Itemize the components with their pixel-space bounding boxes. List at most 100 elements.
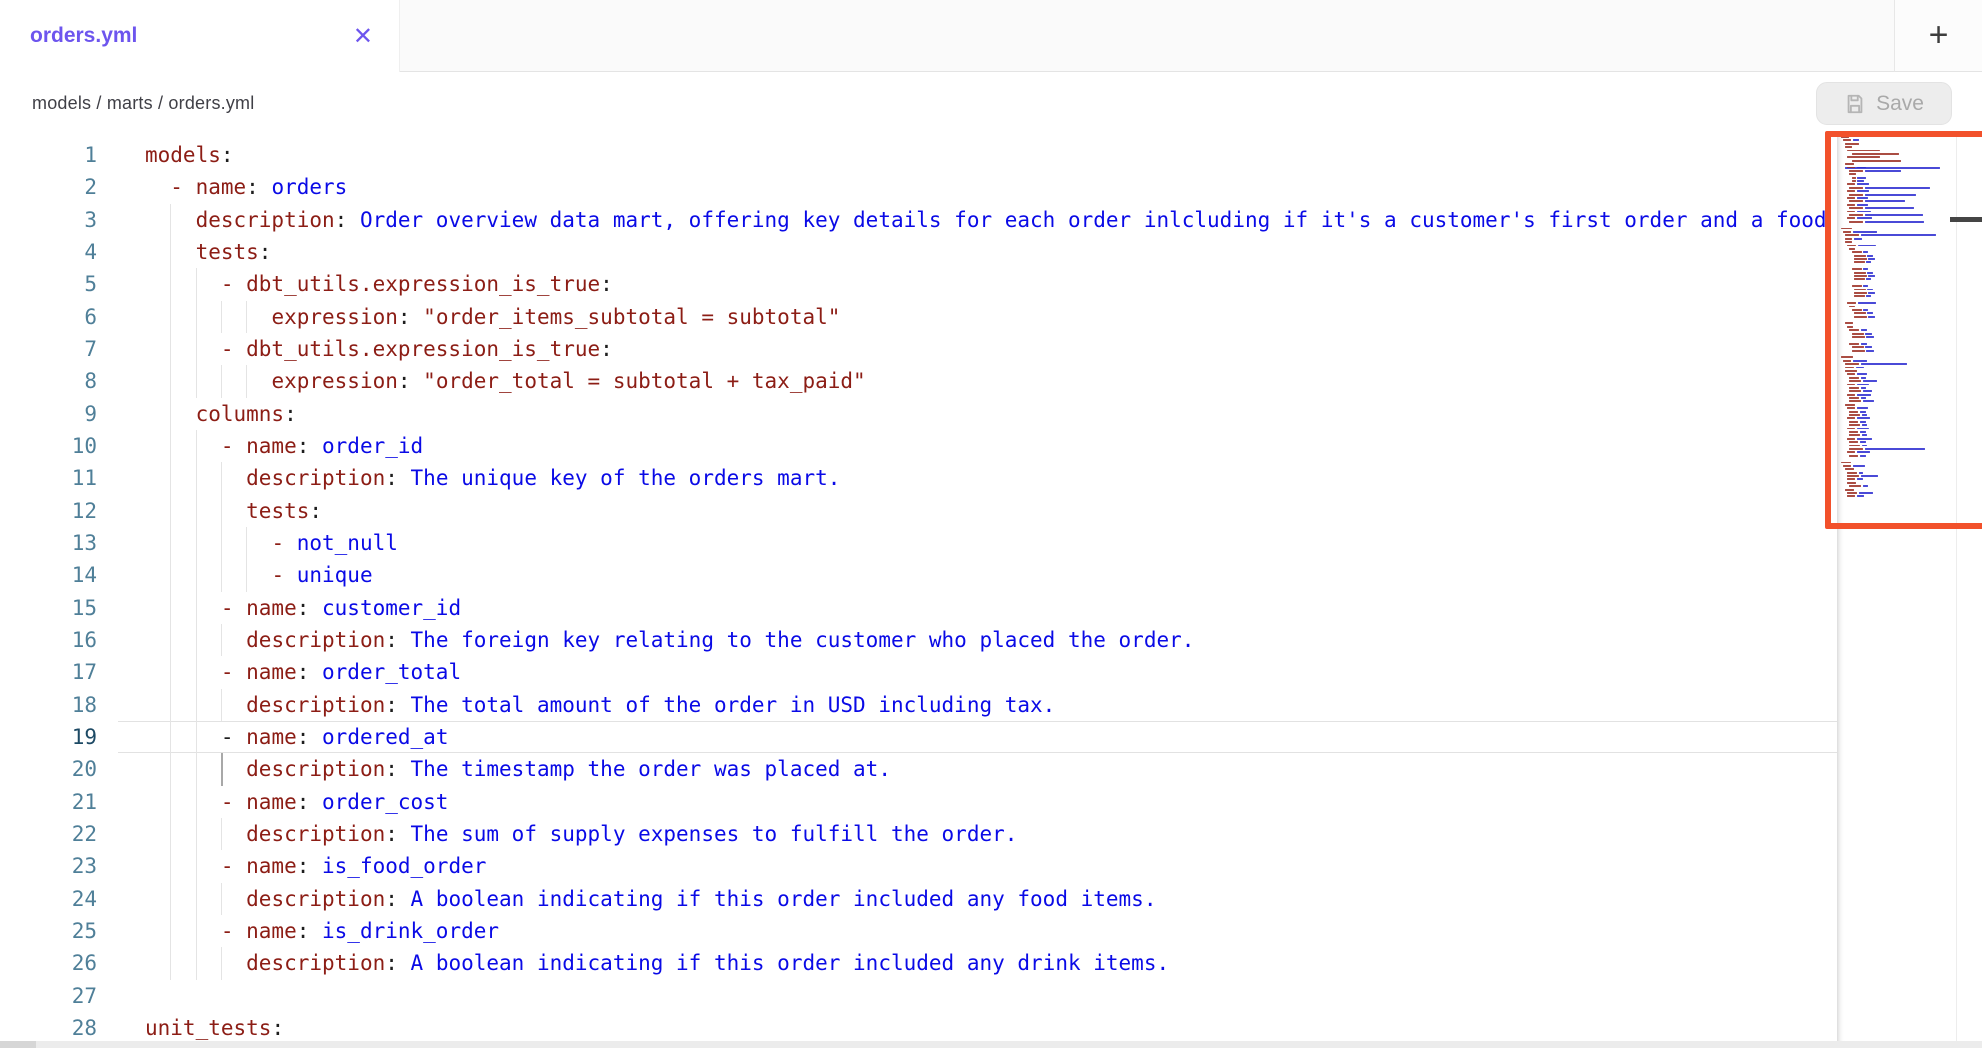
code-editor[interactable]: 1234567891011121314151617181920212223242… bbox=[0, 134, 1982, 1041]
code-token: order_cost bbox=[322, 790, 448, 814]
code-token: : bbox=[600, 337, 613, 361]
indent-guide bbox=[196, 592, 197, 624]
indent-guide bbox=[170, 624, 171, 656]
line-number: 15 bbox=[0, 592, 97, 624]
code-token: description bbox=[246, 757, 385, 781]
code-token: - dbt_utils.expression_is_true bbox=[221, 337, 600, 361]
code-line[interactable]: unit_tests: bbox=[145, 1012, 1837, 1044]
line-number: 17 bbox=[0, 656, 97, 688]
indent-guide bbox=[170, 268, 171, 300]
indent-guide bbox=[196, 721, 197, 753]
line-number: 2 bbox=[0, 171, 97, 203]
code-line[interactable]: - name: order_cost bbox=[145, 786, 1837, 818]
horizontal-scrollbar[interactable] bbox=[0, 1041, 1982, 1048]
indent-guide bbox=[196, 850, 197, 882]
code-line[interactable]: - dbt_utils.expression_is_true: bbox=[145, 333, 1837, 365]
tab-bar: orders.yml ✕ + bbox=[0, 0, 1982, 72]
code-line[interactable]: - name: ordered_at bbox=[145, 721, 1837, 753]
code-token: : bbox=[309, 499, 322, 523]
line-number: 7 bbox=[0, 333, 97, 365]
indent-guide bbox=[246, 301, 247, 333]
line-number: 24 bbox=[0, 883, 97, 915]
code-token: order_total bbox=[322, 660, 461, 684]
line-number-gutter: 1234567891011121314151617181920212223242… bbox=[0, 139, 97, 1044]
indent-guide bbox=[221, 689, 222, 721]
breadcrumb: models / marts / orders.yml bbox=[32, 72, 254, 134]
code-token: : bbox=[259, 240, 272, 264]
code-line[interactable]: - name: customer_id bbox=[145, 592, 1837, 624]
code-token: tests bbox=[246, 499, 309, 523]
save-floppy-icon bbox=[1844, 93, 1866, 115]
code-token: The timestamp the order was placed at. bbox=[411, 757, 891, 781]
indent-guide bbox=[170, 947, 171, 979]
indent-guide bbox=[196, 268, 197, 300]
code-line[interactable]: - not_null bbox=[145, 527, 1837, 559]
code-token: Order overview data mart, offering key d… bbox=[360, 208, 1837, 232]
code-line[interactable] bbox=[145, 980, 1837, 1012]
minimap[interactable] bbox=[1837, 134, 1956, 1041]
code-line[interactable]: tests: bbox=[145, 495, 1837, 527]
indent-guide bbox=[196, 883, 197, 915]
indent-guide bbox=[196, 495, 197, 527]
save-button[interactable]: Save bbox=[1816, 82, 1952, 125]
code-token: : bbox=[335, 208, 360, 232]
code-line[interactable]: description: The sum of supply expenses … bbox=[145, 818, 1837, 850]
code-line[interactable]: description: The total amount of the ord… bbox=[145, 689, 1837, 721]
code-line[interactable]: description: The unique key of the order… bbox=[145, 462, 1837, 494]
code-line[interactable]: - dbt_utils.expression_is_true: bbox=[145, 268, 1837, 300]
code-token: is_food_order bbox=[322, 854, 486, 878]
indent-guide bbox=[196, 624, 197, 656]
code-token: ordered_at bbox=[322, 725, 448, 749]
indent-guide bbox=[170, 721, 171, 753]
code-token: description bbox=[246, 951, 385, 975]
code-line[interactable]: columns: bbox=[145, 398, 1837, 430]
code-token: - name bbox=[221, 919, 297, 943]
code-line[interactable]: - name: order_id bbox=[145, 430, 1837, 462]
line-number: 16 bbox=[0, 624, 97, 656]
code-line[interactable]: models: bbox=[145, 139, 1837, 171]
code-token: - name bbox=[221, 596, 297, 620]
overview-ruler-divider bbox=[1956, 134, 1957, 1041]
code-line[interactable]: - name: orders bbox=[145, 171, 1837, 203]
line-number: 8 bbox=[0, 365, 97, 397]
tab-title: orders.yml bbox=[30, 24, 353, 48]
new-tab-button[interactable]: + bbox=[1894, 0, 1982, 72]
code-line[interactable]: description: A boolean indicating if thi… bbox=[145, 883, 1837, 915]
code-line[interactable]: expression: "order_total = subtotal + ta… bbox=[145, 365, 1837, 397]
code-token: not_null bbox=[297, 531, 398, 555]
code-content[interactable]: models: - name: orders description: Orde… bbox=[145, 139, 1837, 1044]
code-token: - name bbox=[221, 660, 297, 684]
indent-guide bbox=[170, 786, 171, 818]
code-token: : bbox=[385, 466, 410, 490]
indent-guide bbox=[221, 624, 222, 656]
code-token: : bbox=[221, 143, 234, 167]
code-token: : bbox=[385, 887, 410, 911]
code-line[interactable]: - name: order_total bbox=[145, 656, 1837, 688]
line-number: 26 bbox=[0, 947, 97, 979]
indent-guide bbox=[221, 753, 223, 785]
code-line[interactable]: description: A boolean indicating if thi… bbox=[145, 947, 1837, 979]
code-line[interactable]: - name: is_food_order bbox=[145, 850, 1837, 882]
code-token: : bbox=[297, 919, 322, 943]
code-token: expression bbox=[271, 369, 397, 393]
line-number: 3 bbox=[0, 204, 97, 236]
horizontal-scrollbar-thumb[interactable] bbox=[0, 1041, 36, 1048]
tab-orders-yml[interactable]: orders.yml ✕ bbox=[0, 0, 400, 72]
code-line[interactable]: description: The timestamp the order was… bbox=[145, 753, 1837, 785]
indent-guide bbox=[170, 301, 171, 333]
code-token: : bbox=[385, 628, 410, 652]
code-line[interactable]: tests: bbox=[145, 236, 1837, 268]
code-line[interactable]: - unique bbox=[145, 559, 1837, 591]
code-line[interactable]: description: Order overview data mart, o… bbox=[145, 204, 1837, 236]
line-number: 9 bbox=[0, 398, 97, 430]
line-number: 21 bbox=[0, 786, 97, 818]
close-icon[interactable]: ✕ bbox=[353, 24, 373, 48]
code-line[interactable]: expression: "order_items_subtotal = subt… bbox=[145, 301, 1837, 333]
indent-guide bbox=[221, 947, 222, 979]
code-line[interactable]: description: The foreign key relating to… bbox=[145, 624, 1837, 656]
code-token: The unique key of the orders mart. bbox=[411, 466, 841, 490]
line-number: 10 bbox=[0, 430, 97, 462]
code-token: : bbox=[385, 693, 410, 717]
code-line[interactable]: - name: is_drink_order bbox=[145, 915, 1837, 947]
line-number: 23 bbox=[0, 850, 97, 882]
